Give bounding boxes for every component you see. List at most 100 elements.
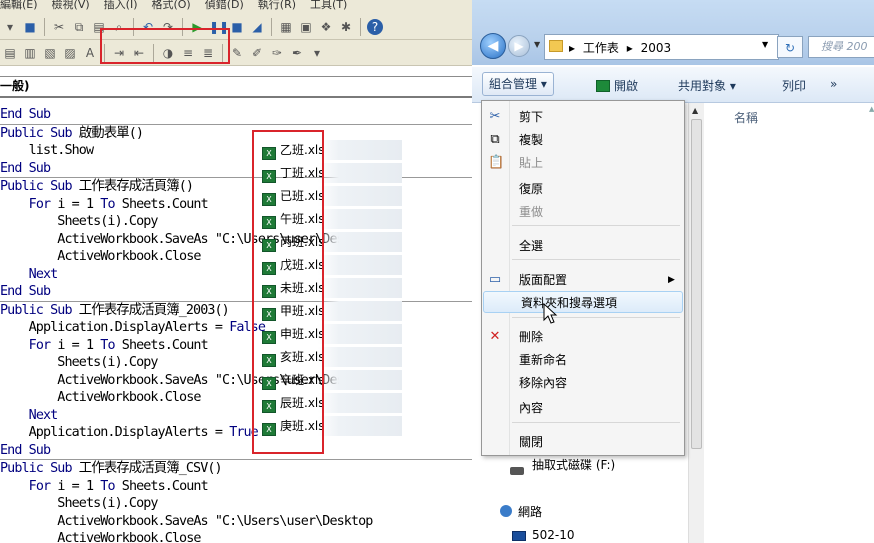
toolbar-options-icon[interactable]: ▾ (309, 45, 325, 61)
submenu-arrow-icon: ▶ (668, 275, 675, 285)
mouse-cursor-icon (543, 302, 558, 324)
context-menu-item-label: 貼上 (519, 156, 544, 170)
context-menu-item-label: 移除內容 (519, 376, 568, 390)
forward-button[interactable]: ▶ (508, 35, 530, 57)
navigation-scrollbar[interactable]: ▲ (688, 103, 704, 543)
paste-icon: 📋 (488, 155, 505, 170)
scrollbar-thumb[interactable] (691, 119, 702, 449)
toolbar-separator (271, 17, 272, 36)
nav-item-computer[interactable]: 502-10 (532, 528, 575, 542)
context-menu-item[interactable]: ▭ 版面配置 ▶ (482, 269, 684, 291)
next-bookmark-icon[interactable]: ✐ (249, 45, 265, 61)
vba-menu-item[interactable]: 插入(I) (104, 0, 138, 11)
quick-info-icon[interactable]: ▧ (42, 45, 58, 61)
save-icon[interactable]: ■ (22, 19, 38, 35)
context-menu-item: 📋 貼上 (482, 152, 684, 174)
toolbox-icon[interactable]: ✱ (338, 19, 354, 35)
menu-separator (512, 317, 680, 318)
help-icon[interactable]: ? (367, 18, 383, 35)
vba-menu-item[interactable]: 格式(O) (151, 0, 190, 11)
dropdown-arrow-icon[interactable]: ▾ (2, 19, 18, 35)
context-menu-item[interactable]: 復原 (482, 178, 684, 200)
organize-button[interactable]: 組合管理 ▾ (482, 72, 554, 96)
parameter-info-icon[interactable]: ▨ (62, 45, 78, 61)
nav-item-removable-drive[interactable]: 抽取式磁碟 (F:) (532, 456, 615, 473)
search-input[interactable]: 搜尋 200 (808, 36, 874, 58)
code-line: End Sub (0, 107, 51, 122)
address-bar[interactable]: ▸ 工作表 ▸ 2003 (544, 34, 779, 60)
list-constants-icon[interactable]: ▥ (22, 45, 38, 61)
back-button[interactable]: ◀ (480, 33, 506, 59)
procedure-combo[interactable]: 一般) (0, 76, 472, 98)
delete-icon: ✕ (489, 329, 501, 344)
design-mode-icon[interactable]: ◢ (249, 19, 265, 35)
clear-bookmarks-icon[interactable]: ✒ (289, 45, 305, 61)
vba-menu-item[interactable]: 工具(T) (310, 0, 347, 11)
share-button[interactable]: 共用對象 ▾ (678, 77, 736, 94)
recent-pages-dropdown-icon[interactable]: ▼ (534, 40, 540, 49)
reset-icon[interactable]: ■ (229, 19, 245, 35)
previous-bookmark-icon[interactable]: ✑ (269, 45, 285, 61)
refresh-button[interactable]: ↻ (777, 36, 803, 58)
toggle-bookmark-icon[interactable]: ✎ (229, 45, 245, 61)
vba-toolbar-standard: ▾ ■ ✂ ⧉ ▤ ⌕ ↶ ↷ ▶ ❚❚ ■ ◢ ▦ ▣ ❖ ✱ ? (0, 14, 472, 40)
copy-icon[interactable]: ⧉ (71, 19, 87, 35)
code-line: Public Sub 工作表存成活頁簿_CSV() (0, 459, 472, 478)
context-menu-item[interactable]: 關閉 (482, 431, 684, 453)
breadcrumb: ▸ 工作表 ▸ 2003 (569, 39, 675, 56)
context-menu-item[interactable]: 內容 (482, 397, 684, 419)
explorer-titlebar: ◀ ▶ ▼ ▸ 工作表 ▸ 2003 ▼ ↻ 搜尋 200 (472, 0, 874, 65)
code-line: Sheets(i).Copy (0, 496, 158, 511)
more-commands-button[interactable]: » (830, 77, 837, 91)
context-menu-item-label: 復原 (519, 182, 544, 196)
context-menu-item-label: 剪下 (519, 110, 544, 124)
context-menu-item-label: 全選 (519, 239, 544, 253)
column-header-name[interactable]: 名稱 (734, 109, 758, 126)
code-line: ActiveWorkbook.Close (0, 531, 201, 543)
open-button[interactable]: 開啟 (596, 77, 638, 94)
object-browser-icon[interactable]: ❖ (318, 19, 334, 35)
breadcrumb-separator-icon: ▸ (569, 41, 576, 55)
removable-drive-icon (510, 467, 524, 475)
code-line: ActiveWorkbook.SaveAs "C:\Users\user\Des… (0, 513, 373, 529)
context-menu-item[interactable]: ✂ 剪下 (482, 106, 684, 128)
sort-arrow-icon: ▲ (869, 105, 874, 113)
context-menu-item[interactable]: ✕ 刪除 (482, 326, 684, 348)
context-menu-item[interactable]: 移除內容 (482, 372, 684, 394)
list-properties-icon[interactable]: ▤ (2, 45, 18, 61)
vba-menu-item[interactable]: 執行(R) (258, 0, 296, 11)
excel-icon (596, 80, 610, 92)
vba-menu-item[interactable]: 編輯(E) (0, 0, 38, 11)
cut-icon: ✂ (489, 109, 501, 124)
context-menu-item[interactable]: 重新命名 (482, 349, 684, 371)
complete-word-icon[interactable]: A (82, 45, 98, 61)
menu-separator (512, 422, 680, 423)
context-menu-item[interactable]: 資料夾和搜尋選項 (483, 291, 683, 313)
context-menu-item-label: 重做 (519, 205, 544, 219)
breadcrumb-separator-icon: ▸ (626, 41, 633, 55)
vba-menu-item[interactable]: 偵錯(D) (205, 0, 244, 11)
open-button-label: 開啟 (614, 79, 639, 93)
highlight-box-address (100, 28, 230, 64)
project-explorer-icon[interactable]: ▦ (278, 19, 294, 35)
cut-icon[interactable]: ✂ (51, 19, 67, 35)
toolbar-separator (360, 17, 361, 36)
vba-menu-item[interactable]: 檢視(V) (52, 0, 90, 11)
context-menu-item[interactable]: 全選 (482, 235, 684, 257)
file-list[interactable]: 名稱 ▲ (704, 103, 874, 543)
properties-icon[interactable]: ▣ (298, 19, 314, 35)
nav-item-network[interactable]: 網路 (518, 503, 542, 520)
context-menu-item-label: 關閉 (519, 435, 544, 449)
address-dropdown-icon[interactable]: ▼ (762, 40, 768, 49)
scroll-up-icon[interactable]: ▲ (692, 106, 698, 115)
vba-toolbar-edit: ▤ ▥ ▧ ▨ A ⇥ ⇤ ◑ ≡ ≣ ✎ ✐ ✑ ✒ ▾ (0, 40, 472, 66)
context-menu: ✂ 剪下 ⧉ 複製 📋 貼上復原重做全選 ▭ 版面配置 ▶ 資料夾和搜尋選項 ✕ 刪除 重新命名移除內容… (481, 100, 685, 456)
layout-icon: ▭ (488, 272, 502, 287)
context-menu-item[interactable]: ⧉ 複製 (482, 129, 684, 151)
breadcrumb-item[interactable]: 2003 (641, 41, 672, 55)
menu-separator (512, 225, 680, 226)
menu-separator (512, 259, 680, 260)
context-menu-item-label: 內容 (519, 401, 544, 415)
print-button[interactable]: 列印 (782, 77, 806, 94)
breadcrumb-item[interactable]: 工作表 (583, 41, 619, 55)
